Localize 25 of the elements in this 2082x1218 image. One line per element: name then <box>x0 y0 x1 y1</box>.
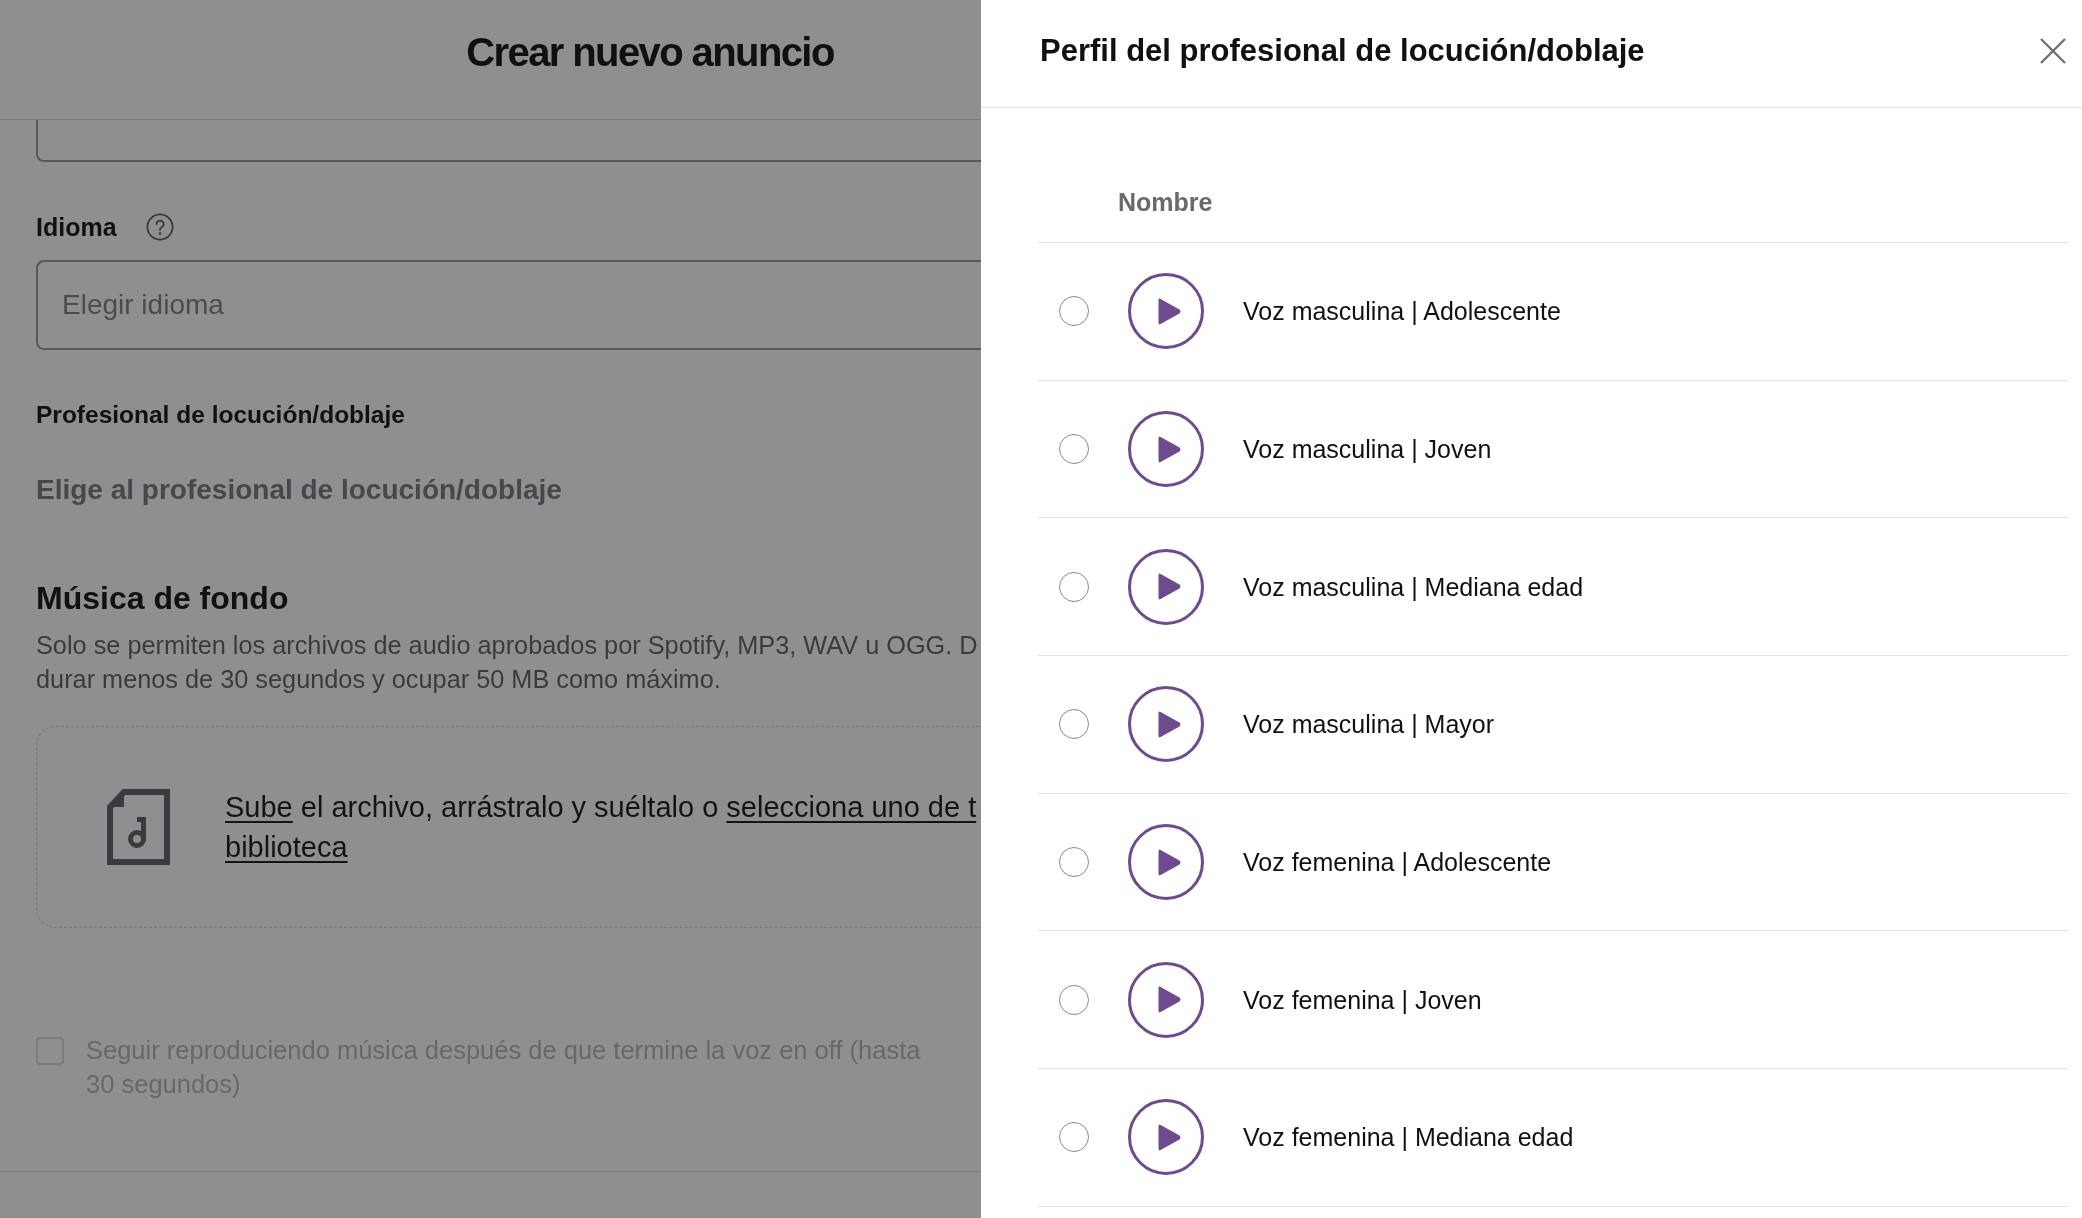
music-file-icon <box>106 788 171 866</box>
panel-title: Perfil del profesional de locución/doblaje <box>1040 32 1645 69</box>
input-field[interactable] <box>36 120 981 162</box>
page-title: Crear nuevo anuncio <box>466 31 834 72</box>
column-header: Nombre <box>1118 187 1213 217</box>
text-link[interactable]: selecciona uno de t <box>726 791 977 823</box>
voice-name: Voz masculina | Joven <box>1243 434 1492 465</box>
upload-dropzone[interactable]: Sube el archivo, arrástralo y suéltalo o selecciona uno de t biblioteca <box>36 726 981 928</box>
close-button[interactable] <box>2038 35 2068 66</box>
voice-name: Voz femenina | Joven <box>1243 984 1482 1015</box>
close-icon <box>2038 35 2068 66</box>
field-label: Idioma <box>36 212 117 242</box>
section-description: Solo se permiten los archivos de audio aprobados por Spotify, MP3, WAV u OGG. D durar menos de 30 segundos y ocupar 50 MB como máximo. <box>36 630 979 695</box>
voice-name: Voz masculina | Mediana edad <box>1243 571 1584 602</box>
upload-instructions: Sube el archivo, arrástralo y suéltalo o selecciona uno de t biblioteca <box>225 790 977 865</box>
voice-name: Voz femenina | Adolescente <box>1243 847 1552 878</box>
voice-name: Voz masculina | Adolescente <box>1243 296 1561 327</box>
voice-name: Voz femenina | Mediana edad <box>1243 1122 1574 1153</box>
text-link[interactable]: Sube <box>225 791 293 823</box>
field-label: Profesional de locución/doblaje <box>36 400 406 429</box>
voice-name: Voz masculina | Mayor <box>1243 709 1495 740</box>
section-title: Música de fondo <box>36 579 290 617</box>
language-dropdown[interactable]: Elegir idioma <box>36 260 981 350</box>
text-link[interactable]: biblioteca <box>225 831 348 863</box>
help-icon[interactable] <box>145 213 174 241</box>
